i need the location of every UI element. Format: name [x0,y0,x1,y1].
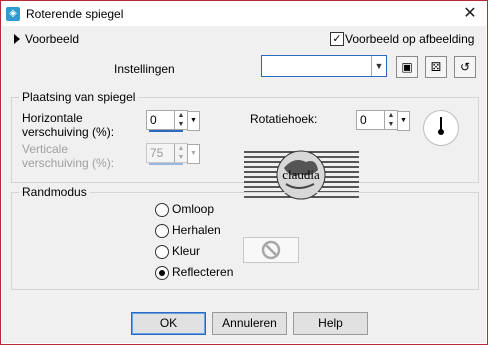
radio-label-omloop[interactable]: Omloop [172,202,214,216]
reset-button[interactable]: ↺ [454,56,476,78]
horizontal-offset-value[interactable]: 0 [150,113,157,127]
randomize-button[interactable]: ⚄ [425,56,447,78]
spin-arrows-icon[interactable]: ▲ ▼ [384,111,397,129]
radio-herhalen[interactable] [155,224,169,238]
preview-on-image-checkbox[interactable]: ✓ [330,32,344,46]
expand-triangle-icon [14,34,20,44]
preview-toggle[interactable]: Voorbeeld [14,32,79,46]
app-icon: ◈ [6,7,20,21]
chevron-down-icon[interactable]: ▼ [187,111,200,131]
close-button[interactable]: ✕ [460,4,480,24]
edge-mode-group-title: Randmodus [19,185,90,199]
chevron-down-icon[interactable]: ▼ [397,111,410,131]
rotation-spinner[interactable]: 0 ▲ ▼ ▼ [356,110,410,131]
vertical-offset-slider [149,163,183,165]
edge-color-swatch [243,237,299,263]
random-dice-icon: ⚄ [430,60,442,74]
window-title: Roterende spiegel [26,7,124,21]
rotation-label: Rotatiehoek: [250,112,318,126]
vertical-offset-value: 75 [150,146,164,160]
horizontal-offset-label-1: Horizontale [22,111,83,125]
preview-toggle-label: Voorbeeld [25,32,80,46]
settings-dropdown[interactable]: ▼ [261,55,387,77]
disabled-icon [261,240,281,260]
horizontal-offset-spinner[interactable]: 0 ▲ ▼ ▼ [146,110,200,132]
vertical-offset-label-1: Verticale [22,142,69,156]
spin-arrows-icon: ▲ ▼ [174,144,187,162]
dialog-body: Voorbeeld ✓ Voorbeeld op afbeelding Inst… [2,26,486,343]
radio-reflecteren[interactable] [155,266,169,280]
radio-label-kleur[interactable]: Kleur [172,244,200,258]
chevron-down-icon: ▼ [187,144,200,164]
logo-text: claudia [282,167,320,182]
rotation-dial[interactable] [423,110,459,146]
save-icon: ▣ [401,60,413,74]
radio-omloop[interactable] [155,203,169,217]
placement-group-title: Plaatsing van spiegel [19,90,139,104]
dialog-window: ◈ Roterende spiegel ✕ Voorbeeld ✓ Voorbe… [0,0,488,345]
chevron-down-icon[interactable]: ▼ [371,56,386,76]
cancel-button[interactable]: Annuleren [212,312,287,335]
horizontal-offset-slider[interactable] [149,130,183,132]
reset-icon: ↺ [459,60,471,74]
radio-label-herhalen[interactable]: Herhalen [172,223,221,237]
ok-button[interactable]: OK [131,312,206,335]
dial-center [438,129,444,135]
rotation-value[interactable]: 0 [360,113,367,127]
radio-kleur[interactable] [155,245,169,259]
title-bar: ◈ Roterende spiegel ✕ [2,2,486,26]
help-button[interactable]: Help [293,312,368,335]
radio-selected-dot [159,270,165,276]
horizontal-offset-label-2: verschuiving (%): [22,125,115,139]
vertical-offset-spinner: 75 ▲ ▼ ▼ [146,143,200,165]
radio-label-reflecteren[interactable]: Reflecteren [172,265,233,279]
preview-on-image-label[interactable]: Voorbeeld op afbeelding [345,32,474,46]
settings-label: Instellingen [114,62,175,76]
spin-arrows-icon[interactable]: ▲ ▼ [174,111,187,129]
vertical-offset-label-2: verschuiving (%): [22,156,115,170]
save-preset-button[interactable]: ▣ [396,56,418,78]
